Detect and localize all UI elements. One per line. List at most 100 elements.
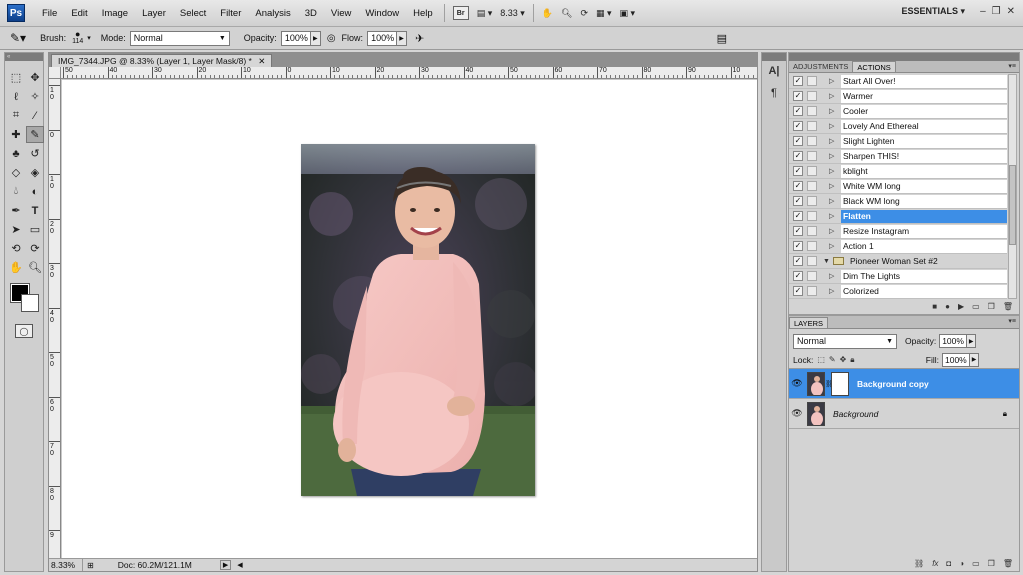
action-row[interactable]: ✓ ▷ kblight	[789, 164, 1007, 179]
menu-filter[interactable]: Filter	[213, 8, 248, 19]
menu-layer[interactable]: Layer	[135, 8, 173, 19]
expand-triangle-right-icon[interactable]: ▷	[829, 242, 837, 250]
expand-triangle-right-icon[interactable]: ▷	[829, 272, 837, 280]
close-tab-icon[interactable]: ✕	[258, 56, 265, 66]
toggle-item-checkbox[interactable]: ✓	[793, 211, 803, 221]
record-icon[interactable]: ●	[945, 302, 950, 311]
move-tool-icon[interactable]: ✥	[26, 69, 44, 86]
toggle-dialog-box[interactable]	[807, 271, 817, 281]
status-zoom-field[interactable]: 8.33%	[49, 559, 83, 571]
blend-mode-select[interactable]: Normal ▼	[793, 333, 897, 349]
toggle-dialog-box[interactable]	[807, 166, 817, 176]
menu-help[interactable]: Help	[406, 8, 440, 19]
flow-slider-button[interactable]: ▶	[397, 30, 408, 46]
expand-triangle-right-icon[interactable]: ▷	[829, 77, 837, 85]
close-icon[interactable]: ✕	[1007, 6, 1015, 17]
layer-style-icon[interactable]: fx	[932, 559, 938, 568]
toggle-dialog-box[interactable]	[807, 121, 817, 131]
layer-opacity-input[interactable]: 100%	[939, 334, 968, 348]
expand-triangle-down-icon[interactable]: ▼	[823, 258, 831, 265]
layer-name[interactable]: Background copy	[857, 379, 929, 389]
action-row[interactable]: ✓ ▷ Lovely And Ethereal	[789, 119, 1007, 134]
expand-triangle-right-icon[interactable]: ▷	[829, 287, 837, 295]
menu-edit[interactable]: Edit	[64, 8, 94, 19]
add-mask-icon[interactable]: ◘	[946, 559, 951, 568]
tab-actions[interactable]: ACTIONS	[852, 61, 896, 72]
toggle-dialog-box[interactable]	[807, 106, 817, 116]
status-menu-arrow-icon[interactable]: ▶	[219, 560, 232, 570]
brush-tool-preset-icon[interactable]: ✎▾	[10, 31, 26, 45]
workspace-switcher[interactable]: ESSENTIALS ▾	[901, 6, 965, 17]
expand-triangle-right-icon[interactable]: ▷	[829, 107, 837, 115]
expand-triangle-right-icon[interactable]: ▷	[829, 197, 837, 205]
panel-menu-icon[interactable]: ▾≡	[1008, 317, 1016, 325]
strip-collapse-bar[interactable]	[762, 53, 786, 61]
layer-row-background[interactable]: 👁︎ Background 🔒︎	[789, 399, 1019, 429]
new-layer-icon[interactable]: ❐	[988, 559, 995, 568]
panel-collapse-bar[interactable]	[789, 53, 1019, 61]
action-row[interactable]: ✓ ▷ Sharpen THIS!	[789, 149, 1007, 164]
action-row[interactable]: ✓ ▷ Warmer	[789, 89, 1007, 104]
action-row[interactable]: ✓ ▷ Start All Over!	[789, 74, 1007, 89]
toggle-dialog-box[interactable]	[807, 151, 817, 161]
toggle-item-checkbox[interactable]: ✓	[793, 121, 803, 131]
eyedropper-tool-icon[interactable]: ⁄	[26, 107, 44, 124]
action-row[interactable]: ✓ ▷ Colorized	[789, 284, 1007, 299]
opacity-input[interactable]: 100%	[280, 30, 311, 46]
layer-opacity-slider-button[interactable]: ▶	[967, 334, 977, 348]
zoom-tool-icon[interactable]: 🔍︎	[26, 259, 44, 276]
lock-all-icon[interactable]: 🔒︎	[850, 355, 854, 365]
mode-select[interactable]: Normal ▼	[129, 30, 230, 46]
canvas[interactable]	[62, 80, 757, 559]
tab-adjustments[interactable]: ADJUSTMENTS	[789, 61, 852, 72]
toggle-dialog-box[interactable]	[807, 226, 817, 236]
toggle-item-checkbox[interactable]: ✓	[793, 136, 803, 146]
background-color-swatch[interactable]	[21, 294, 39, 312]
airbrush-icon[interactable]: ✈	[415, 32, 424, 45]
stop-icon[interactable]: ■	[932, 302, 937, 311]
layer-mask-thumbnail[interactable]	[831, 371, 849, 396]
toggle-dialog-box[interactable]	[807, 196, 817, 206]
action-row[interactable]: ✓ ▷ Action 1	[789, 239, 1007, 254]
trash-icon[interactable]: 🗑︎	[1003, 302, 1013, 311]
status-info-icon[interactable]: ⊞	[87, 561, 94, 570]
scrollbar-thumb[interactable]	[1009, 165, 1016, 245]
action-row[interactable]: ✓ ▷ Cooler	[789, 104, 1007, 119]
clone-stamp-tool-icon[interactable]: ♣	[7, 145, 25, 162]
expand-triangle-right-icon[interactable]: ▷	[829, 212, 837, 220]
zoom-tool-button[interactable]: 🔍︎	[557, 4, 576, 22]
paragraph-panel-icon[interactable]: ¶	[765, 87, 783, 105]
layer-name[interactable]: Background	[833, 409, 878, 419]
action-row[interactable]: ✓ ▷ Slight Lighten	[789, 134, 1007, 149]
action-row[interactable]: ✓ ▷ Black WM long	[789, 194, 1007, 209]
toggle-dialog-box[interactable]	[807, 91, 817, 101]
opacity-slider-button[interactable]: ▶	[310, 30, 321, 46]
menu-3d[interactable]: 3D	[298, 8, 324, 19]
visibility-eye-icon[interactable]: 👁︎	[789, 378, 805, 389]
toggle-dialog-box[interactable]	[807, 211, 817, 221]
vertical-ruler[interactable]: 1 0 0 1 0 2 0 3 0 4 0 5 0 6 0 7 0 8 0 9	[49, 79, 61, 559]
paint-bucket-tool-icon[interactable]: ◈	[26, 164, 44, 181]
toggle-item-checkbox[interactable]: ✓	[793, 151, 803, 161]
flow-input[interactable]: 100%	[367, 30, 398, 46]
fill-input[interactable]: 100%	[942, 352, 970, 367]
pressure-opacity-icon[interactable]: ◎	[327, 33, 336, 44]
toggle-dialog-box[interactable]	[807, 76, 817, 86]
trash-icon[interactable]: 🗑︎	[1003, 559, 1013, 568]
toggle-item-checkbox[interactable]: ✓	[793, 166, 803, 176]
toggle-item-checkbox[interactable]: ✓	[793, 106, 803, 116]
toggle-dialog-box[interactable]	[807, 241, 817, 251]
path-selection-tool-icon[interactable]: ➤	[7, 221, 25, 238]
lock-transparency-icon[interactable]: ⬚	[817, 355, 825, 364]
layer-thumbnail[interactable]	[807, 401, 825, 426]
mini-bridge-button[interactable]: ▤ ▾	[473, 4, 497, 22]
rotate-view-button[interactable]: ⟳	[576, 4, 592, 22]
expand-triangle-right-icon[interactable]: ▷	[829, 152, 837, 160]
3d-orbit-tool-icon[interactable]: ⟳	[26, 240, 44, 257]
action-row[interactable]: ✓ ▷ Flatten	[789, 209, 1007, 224]
toggle-item-checkbox[interactable]: ✓	[793, 286, 803, 296]
hand-tool-button[interactable]: ✋	[538, 4, 557, 22]
hand-tool-icon[interactable]: ✋	[7, 259, 25, 276]
marquee-tool-icon[interactable]: ⬚	[7, 69, 25, 86]
toggle-item-checkbox[interactable]: ✓	[793, 226, 803, 236]
